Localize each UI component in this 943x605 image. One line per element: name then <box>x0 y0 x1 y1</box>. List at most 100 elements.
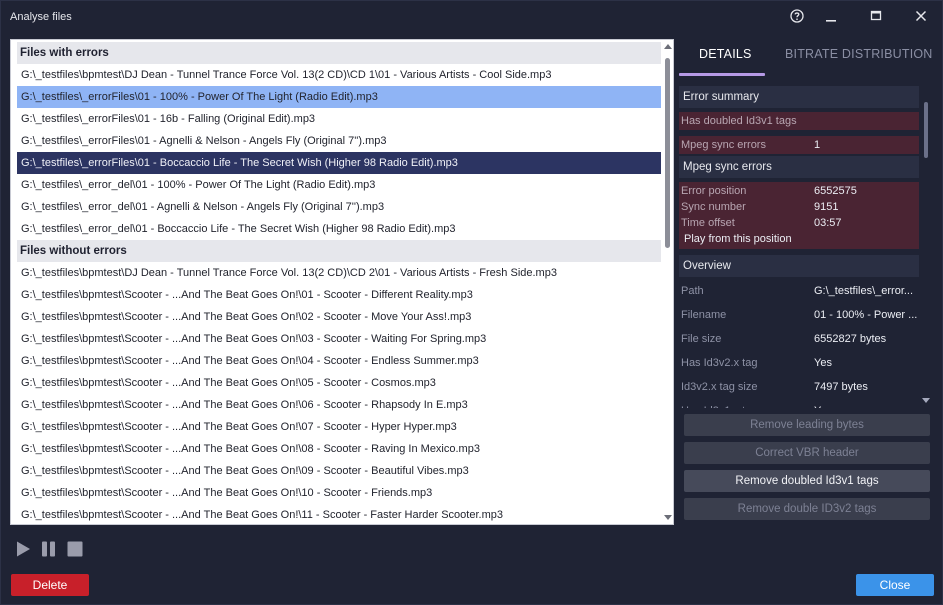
overview-label: File size <box>681 333 722 345</box>
file-row[interactable]: G:\_testfiles\_error_del\01 - Boccaccio … <box>17 218 661 240</box>
overview-list: Path G:\_testfiles\_error... Filename 01 - … <box>679 279 919 408</box>
stop-icon <box>67 541 83 557</box>
file-row[interactable]: G:\_testfiles\bpmtest\Scooter - ...And T… <box>17 416 661 438</box>
error-summary-row: Mpeg sync errors 1 <box>679 136 919 154</box>
close-button[interactable]: Close <box>856 574 934 596</box>
title-bar: Analyse files <box>1 1 943 31</box>
remove-doubled-id3v1-button[interactable]: Remove doubled Id3v1 tags <box>684 470 930 492</box>
error-summary-header: Error summary <box>679 86 919 108</box>
play-button[interactable] <box>13 539 33 559</box>
overview-label: Has Id3v1.x tag <box>681 399 757 408</box>
sync-error-value: 03:57 <box>814 217 842 229</box>
overview-label: Has Id3v2.x tag <box>681 357 758 369</box>
stop-button[interactable] <box>65 539 85 559</box>
file-list-scrollbar[interactable] <box>661 40 673 524</box>
overview-header: Overview <box>679 255 919 277</box>
sync-error-row: Sync number 9151 <box>679 199 919 215</box>
file-row[interactable]: G:\_testfiles\_errorFiles\01 - 16b - Fal… <box>17 108 661 130</box>
file-group-header: Files with errors <box>17 42 661 64</box>
sync-error-label: Error position <box>681 185 747 197</box>
file-group-header: Files without errors <box>17 240 661 262</box>
minimize-icon <box>826 20 836 22</box>
overview-row: Filename 01 - 100% - Power ... <box>679 303 919 327</box>
correct-vbr-header-button[interactable]: Correct VBR header <box>684 442 930 464</box>
scroll-up-icon[interactable] <box>664 44 672 49</box>
help-circle-icon <box>790 9 804 23</box>
minimize-button[interactable] <box>817 5 845 27</box>
overview-label: Filename <box>681 309 727 321</box>
scroll-down-icon[interactable] <box>664 515 672 520</box>
file-row[interactable]: G:\_testfiles\_errorFiles\01 - 100% - Po… <box>17 86 661 108</box>
sync-error-row: Time offset 03:57 <box>679 215 919 231</box>
scrollbar-thumb[interactable] <box>665 58 670 248</box>
playback-controls <box>13 539 85 559</box>
maximize-button[interactable] <box>862 5 890 27</box>
overview-row: Path G:\_testfiles\_error... <box>679 279 919 303</box>
file-list: Files with errors G:\_testfiles\bpmtest\D… <box>11 42 661 524</box>
sync-error-row: Error position 6552575 <box>679 183 919 199</box>
file-row[interactable]: G:\_testfiles\bpmtest\Scooter - ...And T… <box>17 372 661 394</box>
error-summary-label: Mpeg sync errors <box>681 139 766 151</box>
sync-error-label: Time offset <box>681 217 735 229</box>
overview-label: Path <box>681 285 704 297</box>
play-from-position-link[interactable]: Play from this position <box>679 231 919 249</box>
overview-value: Yes <box>814 399 918 408</box>
overview-value: 01 - 100% - Power ... <box>814 309 918 321</box>
overview-row: Has Id3v1.x tag Yes <box>679 399 919 408</box>
mpeg-sync-errors-header: Mpeg sync errors <box>679 156 919 178</box>
file-row[interactable]: G:\_testfiles\bpmtest\Scooter - ...And T… <box>17 438 661 460</box>
help-button[interactable] <box>783 5 811 27</box>
close-window-button[interactable] <box>907 5 935 27</box>
details-scrollbar[interactable] <box>919 86 933 408</box>
window-title: Analyse files <box>10 11 72 23</box>
error-summary-label: Has doubled Id3v1 tags <box>681 115 797 127</box>
active-tab-indicator <box>679 73 765 76</box>
file-row[interactable]: G:\_testfiles\bpmtest\DJ Dean - Tunnel T… <box>17 64 661 86</box>
overview-row: Has Id3v2.x tag Yes <box>679 351 919 375</box>
remove-double-id3v2-button[interactable]: Remove double ID3v2 tags <box>684 498 930 520</box>
error-summary-value: 1 <box>814 139 821 151</box>
file-row[interactable]: G:\_testfiles\bpmtest\Scooter - ...And T… <box>17 328 661 350</box>
close-icon <box>915 10 927 22</box>
file-row[interactable]: G:\_testfiles\bpmtest\Scooter - ...And T… <box>17 306 661 328</box>
maximize-icon <box>870 10 882 21</box>
file-row[interactable]: G:\_testfiles\_error_del\01 - 100% - Pow… <box>17 174 661 196</box>
overview-value: 7497 bytes <box>814 381 868 393</box>
overview-label: Id3v2.x tag size <box>681 381 758 393</box>
file-row[interactable]: G:\_testfiles\bpmtest\Scooter - ...And T… <box>17 350 661 372</box>
file-row[interactable]: G:\_testfiles\_error_del\01 - Agnelli & … <box>17 196 661 218</box>
error-summary-block: Has doubled Id3v1 tags <box>679 112 919 130</box>
file-row[interactable]: G:\_testfiles\bpmtest\Scooter - ...And T… <box>17 504 661 524</box>
pause-button[interactable] <box>39 539 59 559</box>
sync-error-label: Sync number <box>681 201 746 213</box>
file-row[interactable]: G:\_testfiles\bpmtest\Scooter - ...And T… <box>17 482 661 504</box>
details-tabs: DETAILS BITRATE DISTRIBUTION <box>679 39 937 77</box>
file-row[interactable]: G:\_testfiles\bpmtest\Scooter - ...And T… <box>17 394 661 416</box>
file-row[interactable]: G:\_testfiles\bpmtest\Scooter - ...And T… <box>17 284 661 306</box>
tab-bitrate-distribution[interactable]: BITRATE DISTRIBUTION <box>785 47 933 61</box>
mpeg-sync-error-block: Error position 6552575 Sync number 9151 … <box>679 182 919 249</box>
pause-icon <box>42 541 55 557</box>
scrollbar-thumb[interactable] <box>924 102 928 158</box>
overview-value: G:\_testfiles\_error... <box>814 285 914 297</box>
file-list-panel: Files with errors G:\_testfiles\bpmtest\D… <box>10 39 674 525</box>
remove-leading-bytes-button[interactable]: Remove leading bytes <box>684 414 930 436</box>
overview-value: 6552827 bytes <box>814 333 887 345</box>
file-row[interactable]: G:\_testfiles\bpmtest\DJ Dean - Tunnel T… <box>17 262 661 284</box>
overview-value: Yes <box>814 357 832 369</box>
details-panel: Error summary Has doubled Id3v1 tags Mpe… <box>679 86 919 408</box>
delete-button[interactable]: Delete <box>11 574 89 596</box>
sync-error-value: 9151 <box>814 201 839 213</box>
analyse-files-window: Analyse files Files with errors G:\_test… <box>0 0 943 605</box>
error-summary-row: Has doubled Id3v1 tags <box>679 112 919 130</box>
overview-row: Id3v2.x tag size 7497 bytes <box>679 375 919 399</box>
scroll-down-icon[interactable] <box>922 398 930 403</box>
file-row[interactable]: G:\_testfiles\_errorFiles\01 - Agnelli &… <box>17 130 661 152</box>
file-row[interactable]: G:\_testfiles\_errorFiles\01 - Boccaccio… <box>17 152 661 174</box>
file-row[interactable]: G:\_testfiles\bpmtest\Scooter - ...And T… <box>17 460 661 482</box>
error-summary-block: Mpeg sync errors 1 <box>679 136 919 154</box>
sync-error-value: 6552575 <box>814 185 857 197</box>
repair-actions: Remove leading bytes Correct VBR header … <box>684 414 930 526</box>
tab-details[interactable]: DETAILS <box>699 47 752 61</box>
play-icon <box>17 541 30 557</box>
